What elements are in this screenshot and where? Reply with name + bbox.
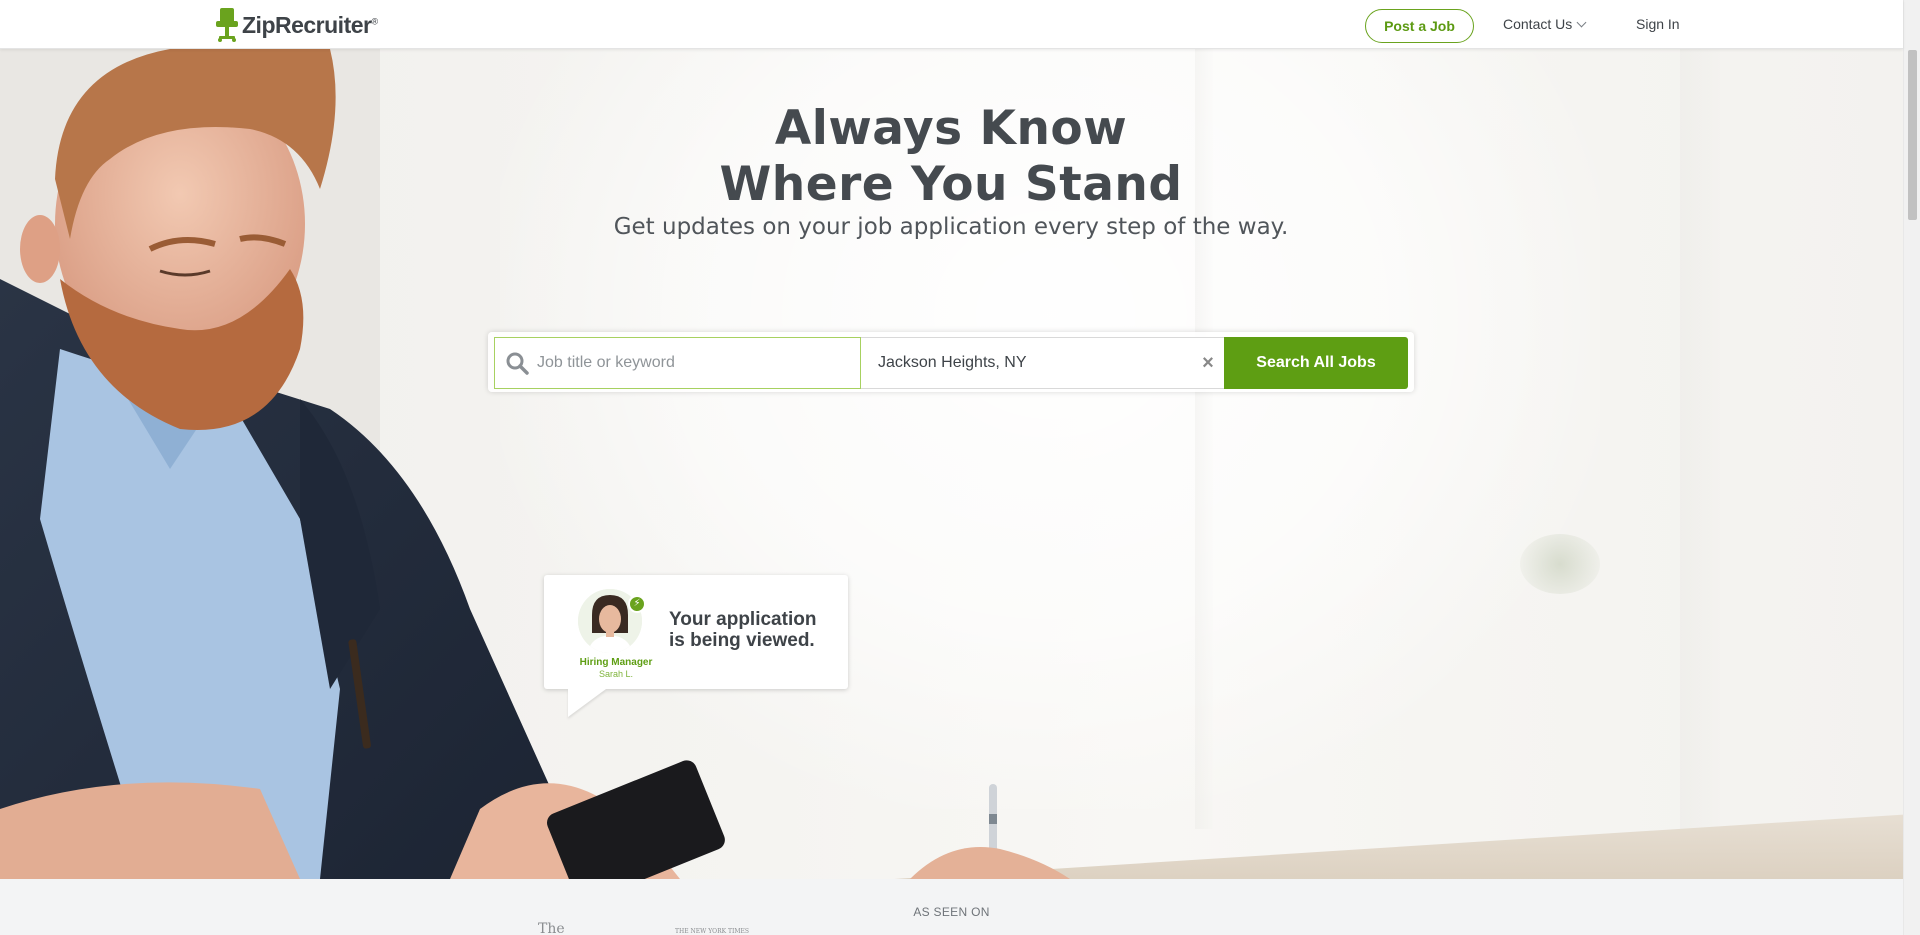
hiring-manager-role: Hiring Manager	[579, 657, 653, 668]
job-search-bar: × Search All Jobs	[488, 332, 1414, 392]
headline-line-2: Where You Stand	[719, 157, 1183, 212]
hero-section: Always Know Where You Stand Get updates …	[0, 49, 1903, 879]
application-viewed-card: ⚡ Hiring Manager Sarah L. Your applicati…	[544, 575, 848, 717]
site-header: ZipRecruiter® Post a Job Contact Us Sign…	[0, 0, 1903, 49]
press-logo: THE NEW YORK TIMES	[675, 928, 750, 935]
job-keyword-field[interactable]	[494, 337, 861, 389]
page-scrollbar[interactable]	[1903, 0, 1920, 935]
as-seen-on-section: AS SEEN ON The THE NEW YORK TIMES	[0, 879, 1903, 935]
post-a-job-button[interactable]: Post a Job	[1365, 9, 1474, 43]
headline-line-1: Always Know	[774, 101, 1128, 156]
hiring-manager-name: Sarah L.	[598, 669, 634, 679]
location-input[interactable]	[878, 354, 1178, 372]
hero-subheadline: Get updates on your job application ever…	[613, 214, 1289, 240]
chevron-down-icon	[1576, 17, 1587, 27]
bolt-icon: ⚡	[628, 595, 646, 613]
message-line-1: Your application	[669, 609, 817, 630]
background-plant	[1520, 534, 1600, 594]
message-line-2: is being viewed.	[669, 630, 815, 651]
job-keyword-input[interactable]	[537, 354, 837, 372]
search-all-jobs-button[interactable]: Search All Jobs	[1224, 337, 1408, 389]
press-logo: The	[538, 921, 565, 935]
as-seen-on-label: AS SEEN ON	[913, 905, 990, 919]
logo-wordmark: ZipRecruiter®	[242, 11, 378, 38]
clear-icon[interactable]: ×	[1198, 353, 1218, 373]
chair-logo-icon	[216, 8, 238, 42]
ziprecruiter-logo[interactable]: ZipRecruiter®	[216, 8, 378, 42]
sign-in-link[interactable]: Sign In	[1636, 16, 1680, 32]
scrollbar-thumb[interactable]	[1908, 50, 1917, 220]
contact-us-label: Contact Us	[1503, 16, 1573, 32]
location-field[interactable]: ×	[861, 337, 1227, 389]
search-icon	[506, 352, 529, 375]
contact-us-menu[interactable]: Contact Us	[1503, 16, 1587, 32]
notification-message: Your application is being viewed.	[669, 609, 839, 651]
writing-hand-image	[910, 847, 1070, 879]
speech-bubble-tail	[568, 689, 606, 717]
background-window-frame	[1680, 49, 1720, 829]
hero-headline: Always Know Where You Stand	[600, 101, 1302, 213]
